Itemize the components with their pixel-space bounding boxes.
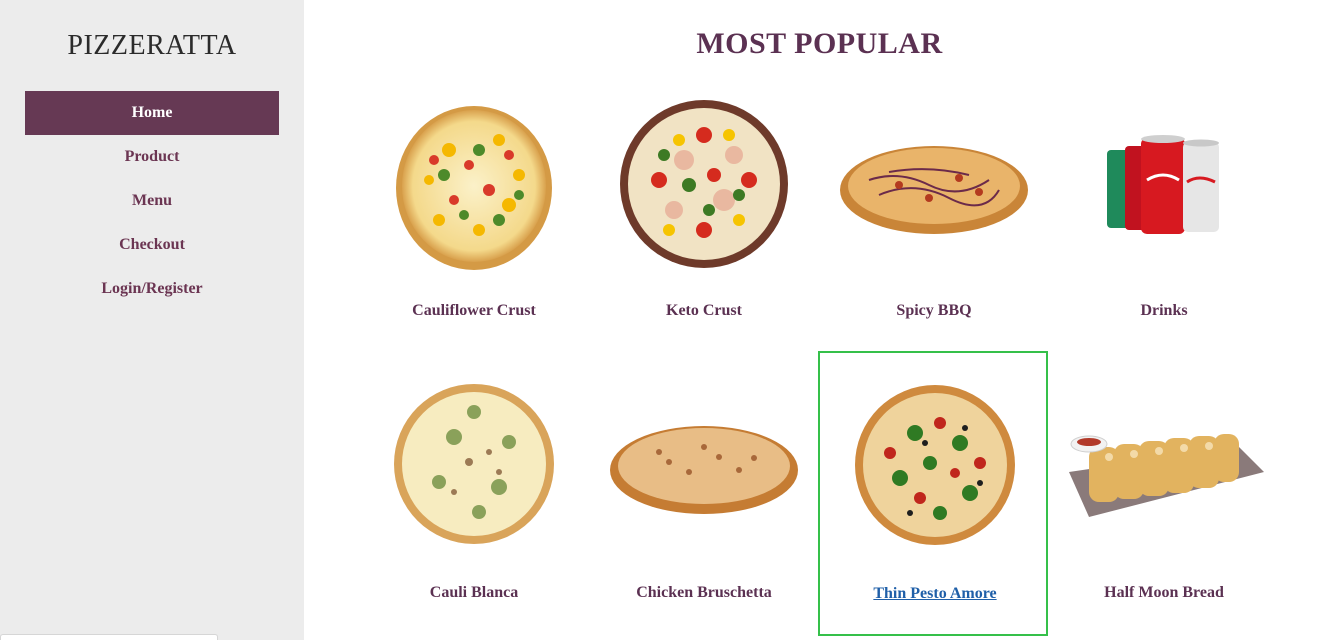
product-name[interactable]: Half Moon Bread: [1049, 584, 1279, 602]
product-name[interactable]: Spicy BBQ: [819, 302, 1049, 320]
brand-logo[interactable]: PIZZERATTA: [0, 30, 304, 62]
product-card-drinks[interactable]: Drinks: [1049, 80, 1279, 365]
product-card-cauli-blanca[interactable]: Cauli Blanca: [359, 352, 589, 637]
half-moon-bread-icon: [1069, 434, 1264, 517]
cauliflower-crust-pizza-icon: [396, 106, 552, 270]
main-content: MOST POPULAR Cauliflower Crust Keto Crus…: [304, 0, 1335, 640]
product-card-cauliflower-crust[interactable]: Cauliflower Crust: [359, 80, 589, 365]
chicken-bruschetta-pizza-icon: [610, 426, 798, 514]
product-name[interactable]: Thin Pesto Amore: [820, 585, 1050, 603]
product-card-thin-pesto-amore[interactable]: Thin Pesto Amore: [818, 351, 1048, 636]
main-nav: Home Product Menu Checkout Login/Registe…: [25, 91, 279, 311]
product-card-chicken-bruschetta[interactable]: Chicken Bruschetta: [589, 352, 819, 637]
thin-pesto-amore-pizza-icon: [855, 385, 1015, 545]
bottom-tab-bar[interactable]: [0, 634, 218, 640]
product-card-keto-crust[interactable]: Keto Crust: [589, 80, 819, 365]
nav-item-home[interactable]: Home: [25, 91, 279, 135]
product-name[interactable]: Cauliflower Crust: [359, 302, 589, 320]
nav-item-checkout[interactable]: Checkout: [25, 223, 279, 267]
product-name[interactable]: Cauli Blanca: [359, 584, 589, 602]
soda-cans-icon: [1107, 135, 1219, 234]
page-title: MOST POPULAR: [696, 27, 943, 60]
product-name[interactable]: Keto Crust: [589, 302, 819, 320]
keto-crust-pizza-icon: [620, 100, 788, 268]
product-card-spicy-bbq[interactable]: Spicy BBQ: [819, 80, 1049, 365]
nav-item-product[interactable]: Product: [25, 135, 279, 179]
sidebar: PIZZERATTA Home Product Menu Checkout Lo…: [0, 0, 304, 640]
nav-item-menu[interactable]: Menu: [25, 179, 279, 223]
product-name[interactable]: Drinks: [1049, 302, 1279, 320]
cauli-blanca-pizza-icon: [394, 384, 554, 544]
product-card-half-moon-bread[interactable]: Half Moon Bread: [1049, 352, 1279, 637]
nav-item-login-register[interactable]: Login/Register: [25, 267, 279, 311]
product-name[interactable]: Chicken Bruschetta: [589, 584, 819, 602]
spicy-bbq-pizza-icon: [840, 146, 1028, 234]
